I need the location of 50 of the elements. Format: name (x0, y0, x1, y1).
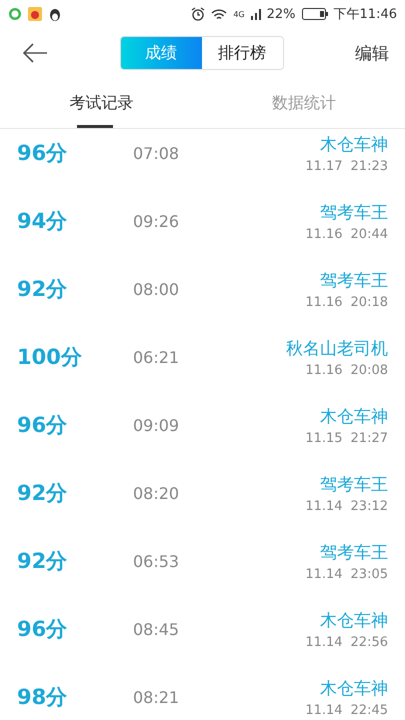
duration: 06:53 (133, 552, 180, 570)
record-time: 20:18 (350, 294, 388, 310)
rank-title: 秋名山老司机 (286, 338, 388, 360)
record-time: 20:08 (350, 362, 388, 378)
score: 96分 (17, 140, 68, 167)
duration: 07:08 (133, 144, 180, 162)
record-date: 11.17 (305, 158, 343, 174)
record-date: 11.14 (305, 566, 343, 582)
score: 98分 (17, 684, 68, 711)
record-time: 21:27 (350, 430, 388, 446)
score: 92分 (17, 548, 68, 575)
record-date: 11.14 (305, 634, 343, 650)
duration: 09:09 (133, 416, 180, 434)
record-date: 11.14 (305, 702, 343, 718)
score: 94分 (17, 208, 68, 235)
battery-percent: 22% (266, 6, 296, 22)
record-time: 23:12 (350, 498, 388, 514)
clock: 下午11:46 (334, 6, 397, 23)
rank-title: 木仓车神 (320, 610, 388, 632)
duration: 08:45 (133, 620, 180, 638)
rank-title: 驾考车王 (320, 474, 388, 496)
record-date: 11.16 (305, 362, 343, 378)
duration: 08:00 (133, 280, 180, 298)
record-time: 22:56 (350, 634, 388, 650)
network-label: 4G (233, 10, 245, 18)
rank-title: 驾考车王 (320, 542, 388, 564)
record-date: 11.14 (305, 498, 343, 514)
score: 96分 (17, 616, 68, 643)
duration: 08:21 (133, 688, 180, 706)
edit-button[interactable]: 编辑 (355, 42, 389, 64)
score: 92分 (17, 480, 68, 507)
record-time: 23:05 (350, 566, 388, 582)
record-time: 22:45 (350, 702, 388, 718)
record-date: 11.15 (305, 430, 343, 446)
rank-title: 木仓车神 (320, 134, 388, 156)
duration: 08:20 (133, 484, 180, 502)
score: 96分 (17, 412, 68, 439)
record-date: 11.16 (305, 294, 343, 310)
rank-title: 驾考车王 (320, 202, 388, 224)
record-time: 20:44 (350, 226, 388, 242)
score: 100分 (17, 344, 83, 371)
duration: 09:26 (133, 212, 180, 230)
rank-title: 驾考车王 (320, 270, 388, 292)
record-time: 21:23 (350, 158, 388, 174)
record-date: 11.16 (305, 226, 343, 242)
tab[interactable]: 考试记录 (0, 78, 202, 128)
rank-title: 木仓车神 (320, 678, 388, 700)
rank-title: 木仓车神 (320, 406, 388, 428)
duration: 06:21 (133, 348, 180, 366)
score: 92分 (17, 276, 68, 303)
